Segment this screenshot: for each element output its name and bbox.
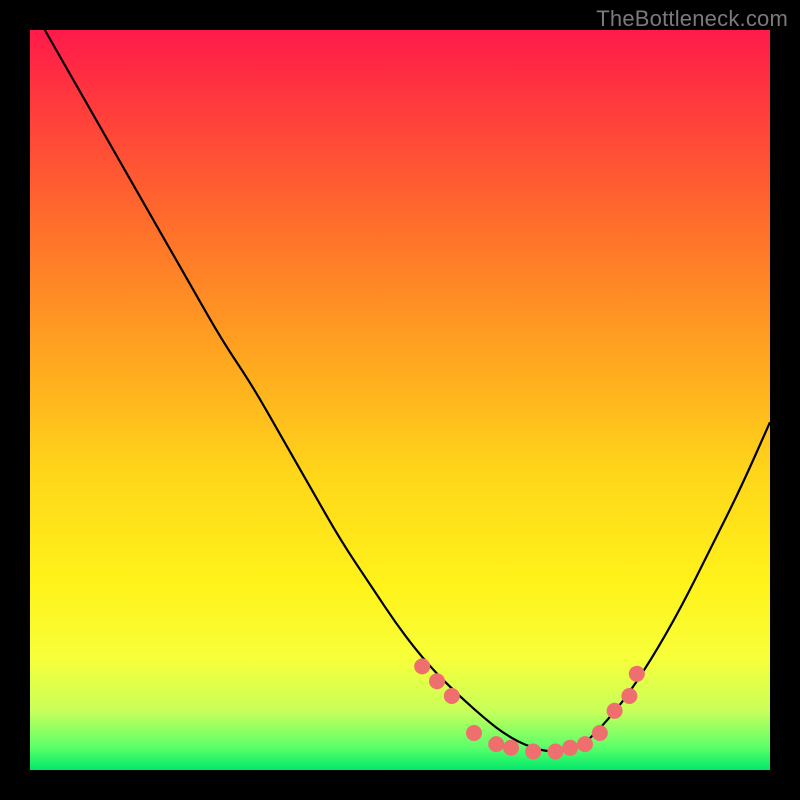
- curve-marker: [547, 744, 563, 760]
- curve-layer: [30, 30, 770, 770]
- curve-marker: [444, 688, 460, 704]
- curve-marker: [488, 736, 504, 752]
- curve-marker: [503, 740, 519, 756]
- chart-stage: TheBottleneck.com: [0, 0, 800, 800]
- bottleneck-curve: [45, 30, 770, 752]
- curve-marker: [607, 703, 623, 719]
- curve-marker: [525, 744, 541, 760]
- curve-marker: [414, 658, 430, 674]
- curve-marker: [466, 725, 482, 741]
- watermark-text: TheBottleneck.com: [596, 6, 788, 32]
- curve-markers: [414, 658, 645, 759]
- curve-marker: [621, 688, 637, 704]
- curve-marker: [577, 736, 593, 752]
- curve-marker: [562, 740, 578, 756]
- curve-marker: [592, 725, 608, 741]
- curve-marker: [429, 673, 445, 689]
- plot-area: [30, 30, 770, 770]
- curve-marker: [629, 666, 645, 682]
